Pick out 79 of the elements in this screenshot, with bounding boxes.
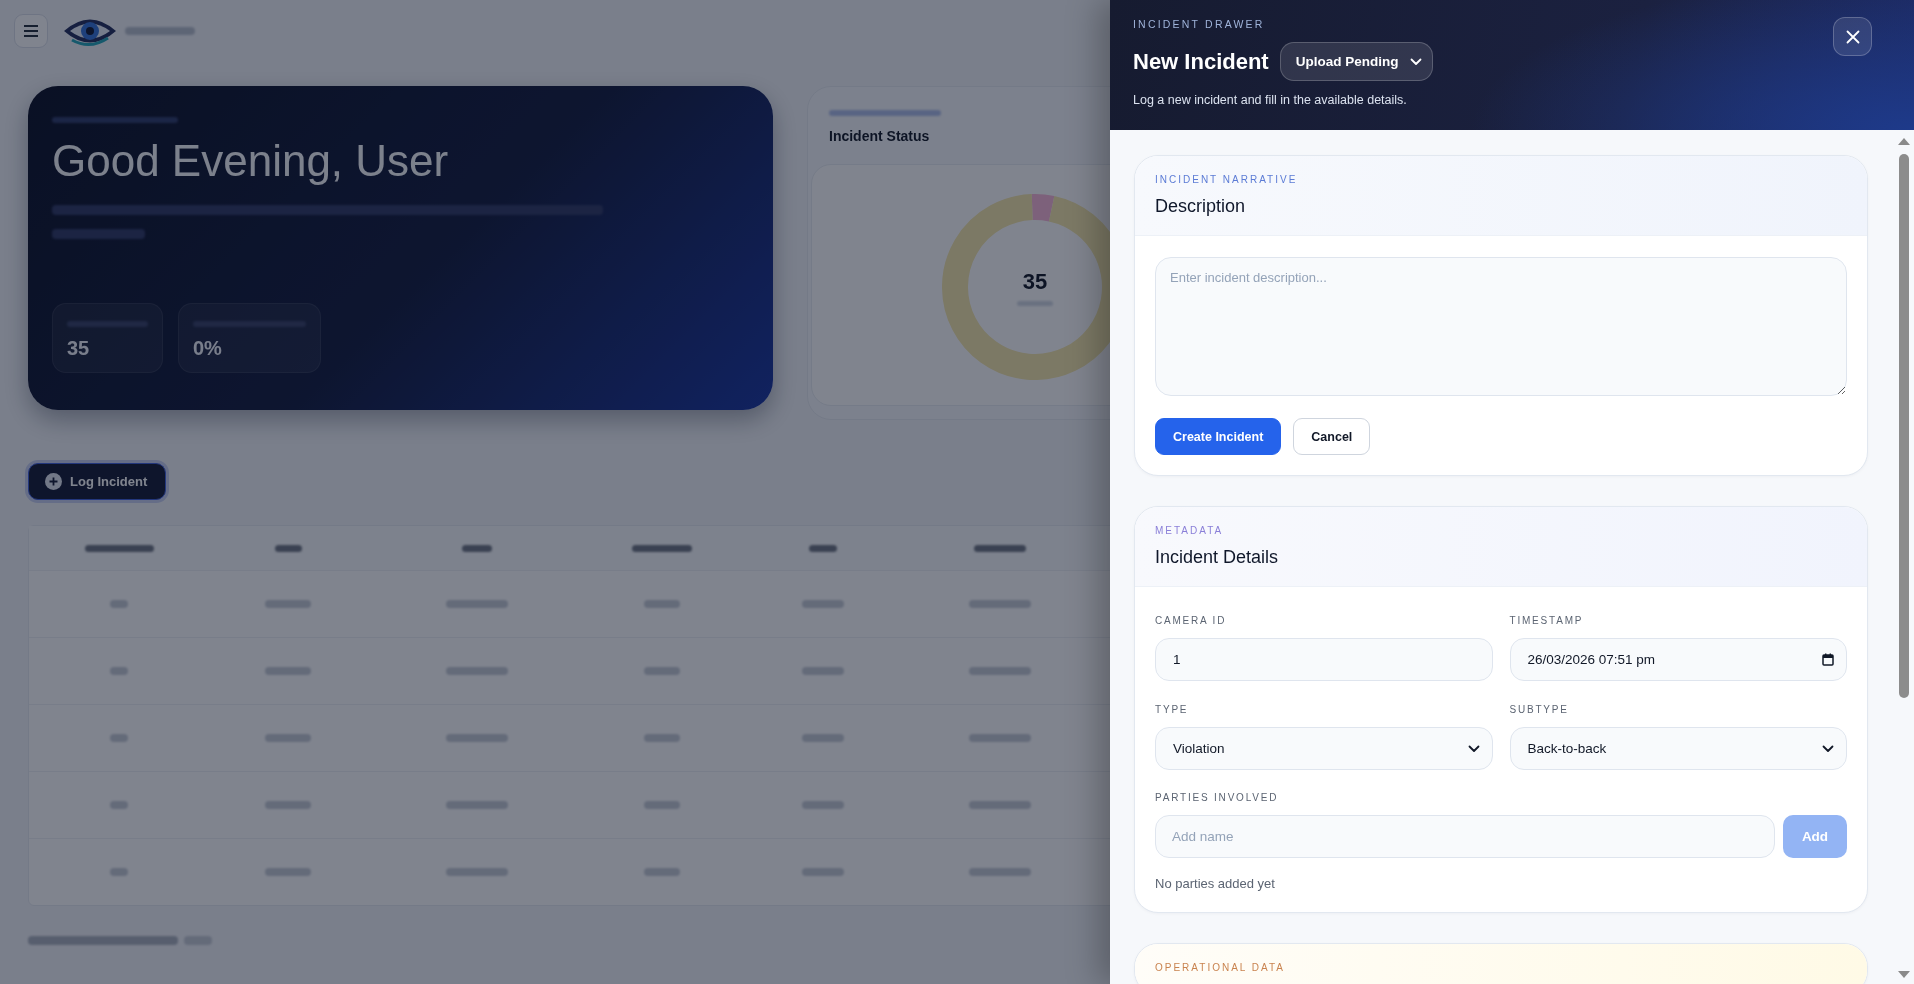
calendar-icon — [1822, 653, 1834, 666]
blurred-text-bar — [110, 801, 128, 809]
blurred-text-bar — [446, 801, 508, 809]
blurred-text-bar — [110, 868, 128, 876]
blurred-text-bar — [802, 801, 844, 809]
blurred-text-bar — [446, 667, 508, 675]
blurred-text-bar — [110, 667, 128, 675]
blurred-text-bar — [802, 734, 844, 742]
menu-button[interactable] — [14, 14, 48, 48]
scrollbar-thumb[interactable] — [1899, 154, 1909, 698]
close-button[interactable] — [1833, 17, 1872, 56]
menu-icon — [24, 25, 38, 37]
blurred-text-bar — [644, 868, 680, 876]
dropdown-select[interactable]: Violation — [1155, 727, 1493, 770]
field-label: TIMESTAMP — [1509, 614, 1585, 628]
blurred-text-bar — [969, 734, 1031, 742]
greeting-title: Good Evening, User — [52, 135, 450, 187]
drawer-subtitle: Log a new incident and fill in the available details. — [1133, 92, 1408, 109]
field-label: SUBTYPE — [1509, 703, 1570, 717]
blurred-text-bar — [84, 544, 154, 552]
blurred-text-bar — [644, 667, 680, 675]
blurred-text-bar — [462, 544, 492, 552]
name-input[interactable]: Add name — [1155, 815, 1775, 858]
plus-icon — [45, 473, 62, 490]
scroll-down-icon[interactable] — [1898, 971, 1910, 978]
blurred-text-bar — [446, 868, 508, 876]
blurred-text-bar — [644, 734, 680, 742]
dropdown-select[interactable]: Back-to-back — [1509, 727, 1847, 770]
blurred-text-bar — [446, 734, 508, 742]
blurred-text-bar — [110, 734, 128, 742]
section-eyebrow: INCIDENT NARRATIVE — [1155, 173, 1299, 187]
blurred-text-bar — [969, 667, 1031, 675]
text-input[interactable]: 1 — [1155, 638, 1493, 681]
blurred-text-bar — [969, 801, 1031, 809]
field-label: TYPE — [1155, 703, 1190, 717]
close-icon — [1845, 29, 1860, 44]
blurred-text-bar — [969, 868, 1031, 876]
blurred-text-bar — [802, 667, 844, 675]
blurred-text-bar — [644, 600, 680, 608]
empty-state-text: No parties added yet — [1155, 875, 1276, 893]
blurred-text-bar — [974, 544, 1026, 552]
status-title: Incident Status — [828, 128, 931, 144]
section-title: Description — [1155, 195, 1247, 217]
status-dropdown[interactable]: Upload Pending — [1279, 42, 1434, 81]
stat-value: 0% — [193, 337, 223, 360]
scroll-up-icon[interactable] — [1898, 138, 1910, 145]
blurred-text-bar — [125, 27, 195, 35]
drawer-title: New Incident — [1133, 48, 1269, 75]
blurred-text-bar — [265, 868, 311, 876]
field-label: PARTIES INVOLVED — [1155, 791, 1280, 805]
blurred-text-bar — [446, 600, 508, 608]
blurred-text-bar — [274, 544, 302, 552]
blurred-text-bar — [809, 544, 837, 552]
blurred-text-bar — [802, 600, 844, 608]
donut-total: 35 — [1022, 268, 1048, 295]
blurred-text-bar — [969, 600, 1031, 608]
blurred-text-bar — [632, 544, 692, 552]
drawer-eyebrow: INCIDENT DRAWER — [1133, 17, 1266, 31]
blurred-text-bar — [644, 801, 680, 809]
stat-value: 35 — [67, 337, 91, 360]
section-eyebrow: METADATA — [1155, 524, 1225, 538]
blurred-text-bar — [265, 667, 311, 675]
blurred-text-bar — [110, 600, 128, 608]
cancel-button[interactable]: Cancel — [1293, 418, 1371, 455]
create-button[interactable]: Create Incident — [1155, 418, 1282, 455]
chevron-down-icon — [1410, 57, 1423, 66]
section-eyebrow: OPERATIONAL DATA — [1155, 961, 1286, 975]
section-title: Incident Details — [1155, 546, 1280, 568]
blurred-text-bar — [265, 600, 311, 608]
blurred-text-bar — [265, 801, 311, 809]
log-incident-button[interactable]: Log Incident — [28, 463, 167, 500]
field-label: CAMERA ID — [1155, 614, 1228, 628]
chevron-down-icon — [1822, 744, 1834, 753]
blurred-text-bar — [802, 868, 844, 876]
blurred-text-bar — [265, 734, 311, 742]
description-textarea[interactable]: Enter incident description... — [1155, 257, 1847, 396]
scrollbar[interactable] — [1894, 130, 1914, 984]
chevron-down-icon — [1467, 744, 1480, 753]
datetime-input[interactable]: 26/03/2026 07:51 pm — [1509, 638, 1847, 681]
